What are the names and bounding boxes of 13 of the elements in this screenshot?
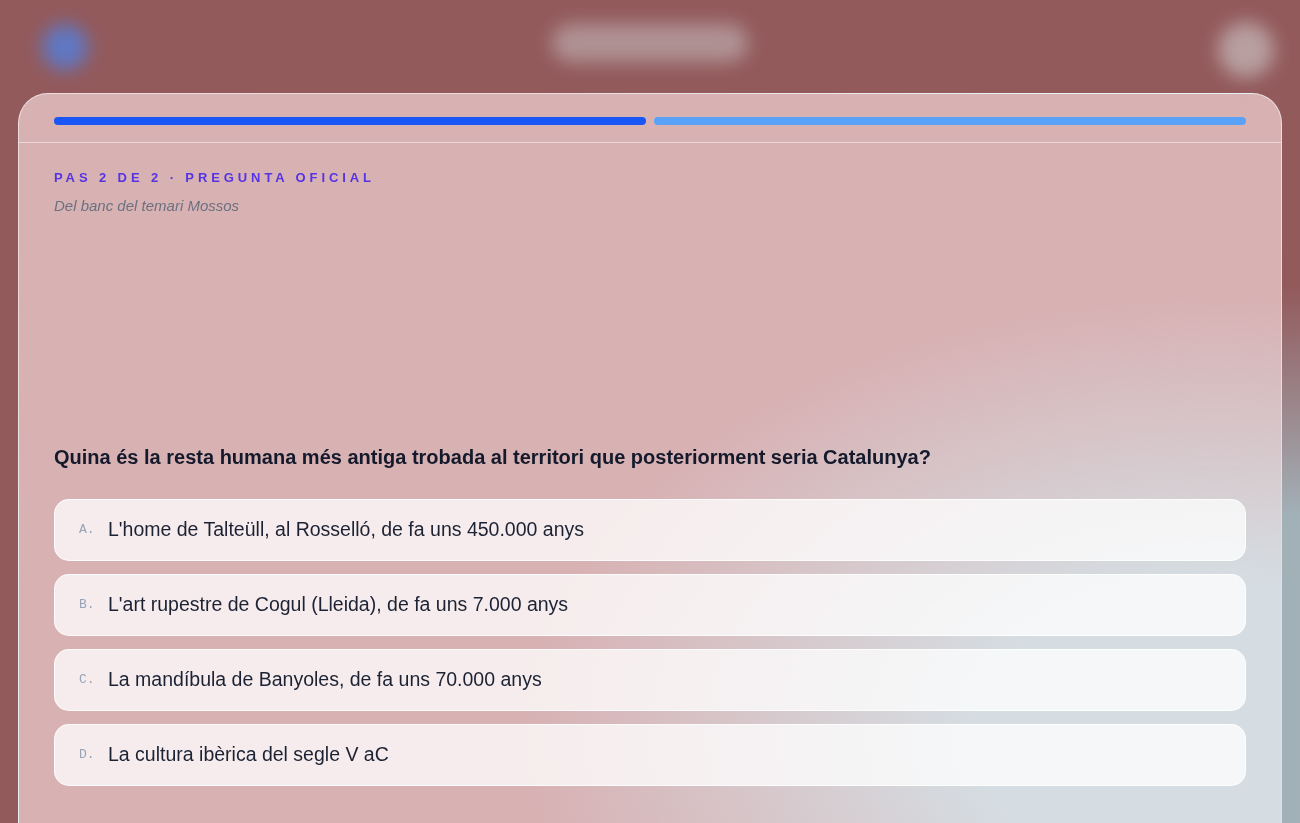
- option-letter: A.: [79, 521, 96, 540]
- option-letter: D.: [79, 746, 96, 765]
- answer-option[interactable]: B. L'art rupestre de Cogul (Lleida), de fa uns 7.000 anys: [54, 574, 1246, 636]
- answer-option[interactable]: A. L'home de Talteüll, al Rosselló, de fa uns 450.000 anys: [54, 499, 1246, 561]
- option-letter: B.: [79, 596, 96, 615]
- option-letter: C.: [79, 671, 96, 690]
- answer-option[interactable]: D. La cultura ibèrica del segle V aC: [54, 724, 1246, 786]
- source-text: Del banc del temari Mossos: [54, 197, 241, 215]
- answer-option[interactable]: C. La mandíbula de Banyoles, de fa uns 70.000 anys: [54, 649, 1246, 711]
- blurred-circle-icon: [42, 24, 88, 70]
- step-label: PAS 2 DE 2 · PREGUNTA OFICIAL: [54, 170, 376, 186]
- blurred-circle-icon: [1218, 22, 1274, 78]
- question-text: Quina és la resta humana més antiga trobada al territori que posteriorment seria Catalunya?: [54, 445, 932, 470]
